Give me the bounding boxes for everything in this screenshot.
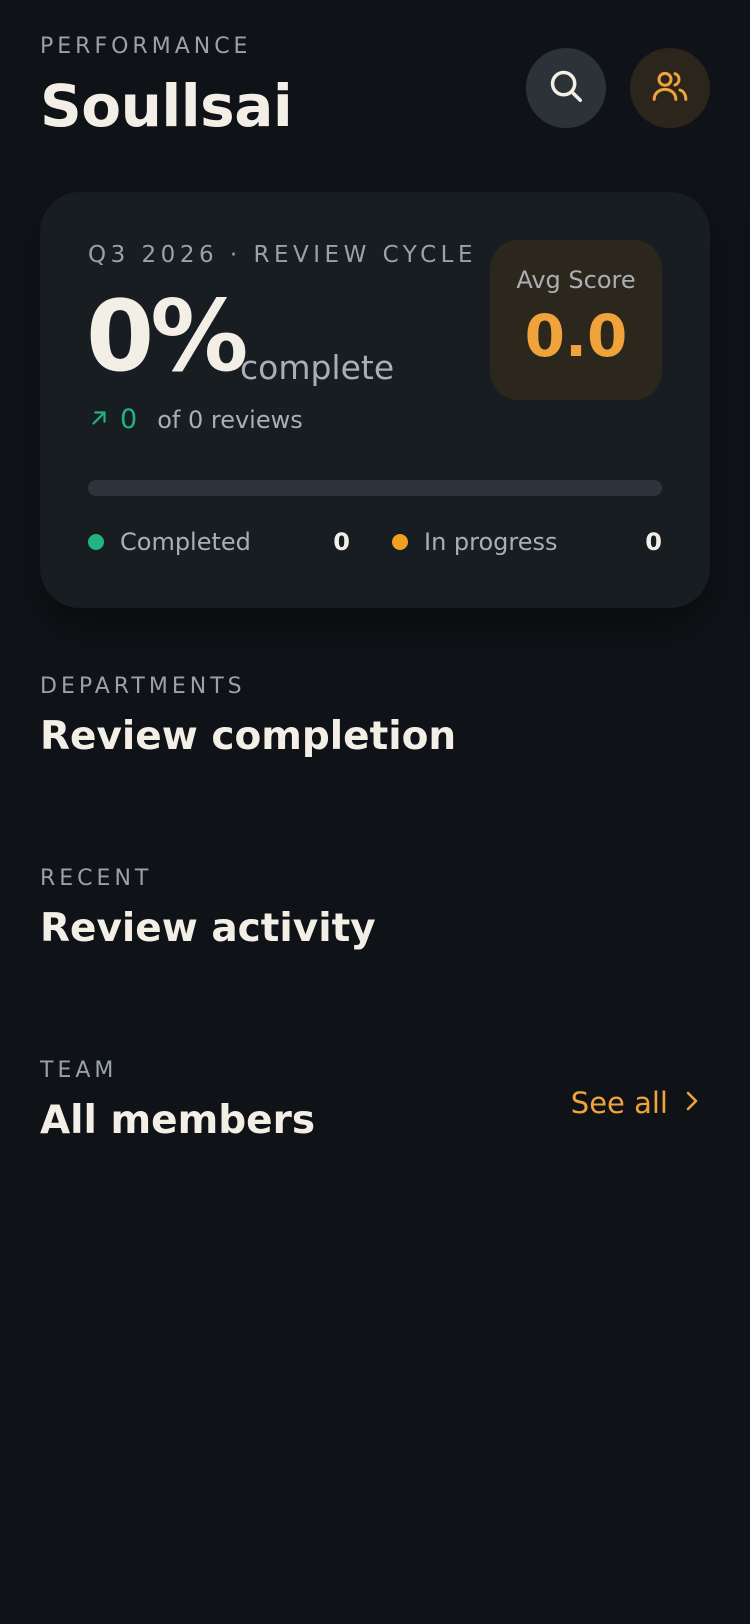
in-progress-dot (392, 534, 408, 550)
trend-text: of 0 reviews (157, 405, 303, 434)
cycle-label: Q3 2026 · REVIEW CYCLE (88, 242, 477, 268)
arrow-up-right-icon (88, 407, 110, 433)
recent-title: Review activity (40, 906, 376, 951)
trend-value: 0 (120, 404, 138, 435)
legend-completed-count: 0 (333, 528, 350, 556)
see-all-label: See all (570, 1086, 668, 1120)
team-button[interactable] (630, 48, 710, 128)
legend-completed-label: Completed (120, 528, 251, 556)
chevron-right-icon (682, 1086, 702, 1120)
legend-in-progress-count: 0 (645, 528, 662, 556)
header-eyebrow: PERFORMANCE (40, 34, 252, 59)
see-all-link[interactable]: See all (571, 1086, 702, 1120)
legend-completed: Completed 0 (88, 528, 350, 556)
completion-suffix: complete (240, 348, 395, 387)
avg-score-value: 0.0 (524, 302, 628, 370)
page-title: Soullsai (40, 72, 293, 140)
performance-screen: PERFORMANCE Soullsai Q3 2026 · REVIEW CY… (0, 0, 750, 1624)
progress-bar (88, 480, 662, 496)
completed-dot (88, 534, 104, 550)
avg-score-label: Avg Score (516, 266, 636, 294)
departments-title: Review completion (40, 714, 457, 759)
completion-percent: 0% (86, 280, 248, 394)
recent-eyebrow: RECENT (40, 866, 153, 891)
team-title: All members (40, 1098, 316, 1143)
review-cycle-card: Q3 2026 · REVIEW CYCLE 0% complete 0 of … (40, 192, 710, 608)
team-eyebrow: TEAM (40, 1058, 118, 1083)
search-button[interactable] (526, 48, 606, 128)
departments-eyebrow: DEPARTMENTS (40, 674, 246, 699)
trend-row: 0 of 0 reviews (88, 404, 303, 435)
legend-in-progress-label: In progress (424, 528, 558, 556)
search-icon (547, 67, 585, 109)
users-icon (650, 66, 690, 110)
avg-score-box: Avg Score 0.0 (490, 240, 662, 400)
legend-in-progress: In progress 0 (392, 528, 662, 556)
